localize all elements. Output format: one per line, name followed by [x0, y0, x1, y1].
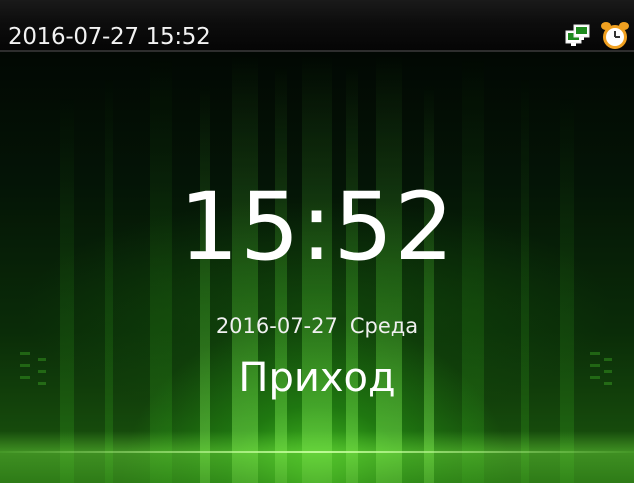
floor-glow: [0, 431, 634, 483]
alarm-clock-icon: [601, 22, 629, 49]
status-bar: 2016-07-27 15:52: [0, 0, 634, 52]
floor-line: [0, 451, 634, 453]
current-date: 2016-07-27: [215, 314, 338, 338]
date-line: 2016-07-27 Среда: [0, 313, 634, 339]
attendance-state-label: Приход: [238, 355, 396, 401]
clock-time: 15:52: [179, 173, 455, 282]
status-datetime: 2016-07-27 15:52: [8, 24, 211, 50]
attendance-terminal-screen: 2016-07-27 15:52 15:52 2016-07-27 Среда П…: [0, 0, 634, 483]
weekday: Среда: [349, 314, 419, 338]
network-icon: [565, 24, 590, 46]
